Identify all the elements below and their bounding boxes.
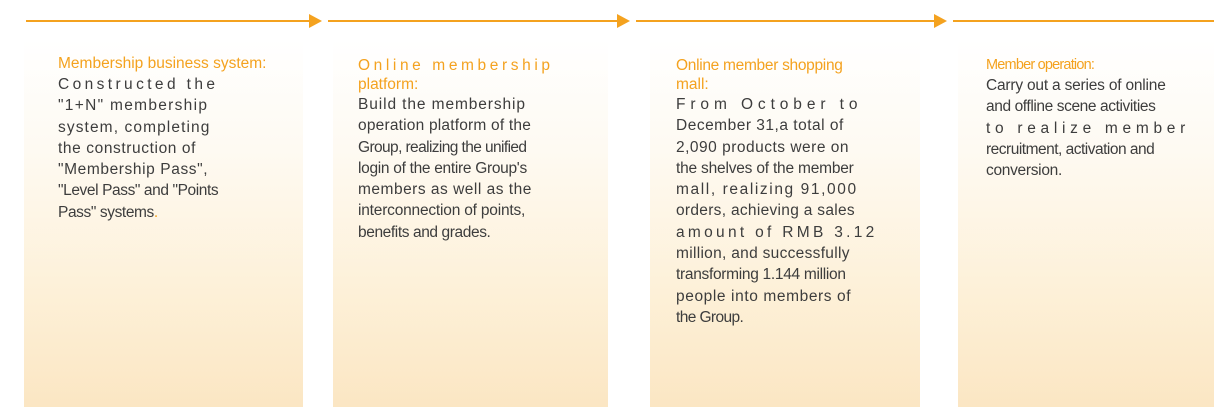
body-line: to realize member — [986, 119, 1190, 137]
card-title: Online member shopping mall: — [676, 56, 920, 94]
arrow-line — [636, 20, 935, 22]
arrow-head-icon — [934, 14, 947, 28]
body-line: login of the entire Group's — [358, 159, 527, 177]
membership-process-flow: Membership business system: Constructed … — [0, 0, 1214, 407]
body-line: recruitment, activation and — [986, 140, 1155, 158]
card-online-member-shopping-mall: Online member shopping mall: From Octobe… — [650, 40, 920, 407]
body-line: Constructed the — [58, 76, 219, 93]
flow-arrow-3 — [636, 14, 947, 28]
body-line: people into members of — [676, 287, 852, 305]
arrow-line — [26, 20, 310, 22]
body-line: Pass" systems. — [58, 202, 303, 223]
body-text: Pass" systems — [58, 203, 154, 221]
body-line: "Membership Pass", — [58, 161, 209, 179]
body-line: and offline scene activities — [986, 98, 1156, 116]
body-line: conversion. — [986, 162, 1062, 180]
body-line: the construction of — [58, 139, 197, 157]
card-body: Build the membership operation platform … — [358, 94, 608, 243]
body-line: the Group. — [676, 308, 744, 326]
body-line: "Level Pass" and "Points — [58, 182, 219, 200]
card-title: Membership business system: — [58, 55, 267, 72]
body-line: Group, realizing the unified — [358, 138, 527, 156]
title-line: Online membership — [358, 57, 554, 74]
body-line: orders, achieving a sales — [676, 202, 855, 220]
body-line: operation platform of the — [358, 117, 532, 135]
body-line: million, and successfully — [676, 245, 850, 263]
flow-line-4 — [953, 14, 1214, 28]
body-line: the shelves of the member — [676, 159, 854, 177]
card-body: From October to December 31,a total of 2… — [676, 94, 920, 328]
card-body: Carry out a series of online and offline… — [986, 75, 1214, 181]
body-line: system, completing — [58, 118, 211, 136]
card-title: Member operation: — [986, 57, 1095, 73]
body-line: transforming 1.144 million — [676, 266, 846, 284]
arrow-head-icon — [309, 14, 322, 28]
arrow-line — [328, 20, 618, 22]
title-line: Online member shopping — [676, 57, 843, 74]
body-line: members as well as the — [358, 181, 532, 199]
body-line: December 31,a total of — [676, 117, 844, 135]
card-member-operation: Member operation: Carry out a series of … — [958, 40, 1214, 407]
body-line: "1+N" membership — [58, 97, 209, 115]
end-dot: . — [153, 203, 158, 221]
flow-arrow-1 — [26, 14, 322, 28]
body-line: benefits and grades. — [358, 223, 491, 241]
body-line: 2,090 products were on — [676, 138, 849, 156]
body-line: mall, realizing 91,000 — [676, 181, 858, 199]
card-membership-business-system: Membership business system: Constructed … — [24, 40, 303, 407]
card-title: Online membership platform: — [358, 56, 608, 94]
card-online-membership-platform: Online membership platform: Build the me… — [333, 40, 608, 407]
title-line: platform: — [358, 76, 419, 93]
flow-arrow-2 — [328, 14, 630, 28]
body-line: Carry out a series of online — [986, 77, 1166, 94]
card-body: Constructed the "1+N" membership system,… — [58, 74, 303, 223]
arrow-head-icon — [617, 14, 630, 28]
body-line: From October to — [676, 96, 863, 113]
body-line: Build the membership — [358, 96, 526, 113]
arrow-line — [953, 20, 1214, 22]
body-line: amount of RMB 3.12 — [676, 223, 878, 241]
body-line: interconnection of points, — [358, 202, 526, 220]
title-line: mall: — [676, 76, 709, 93]
